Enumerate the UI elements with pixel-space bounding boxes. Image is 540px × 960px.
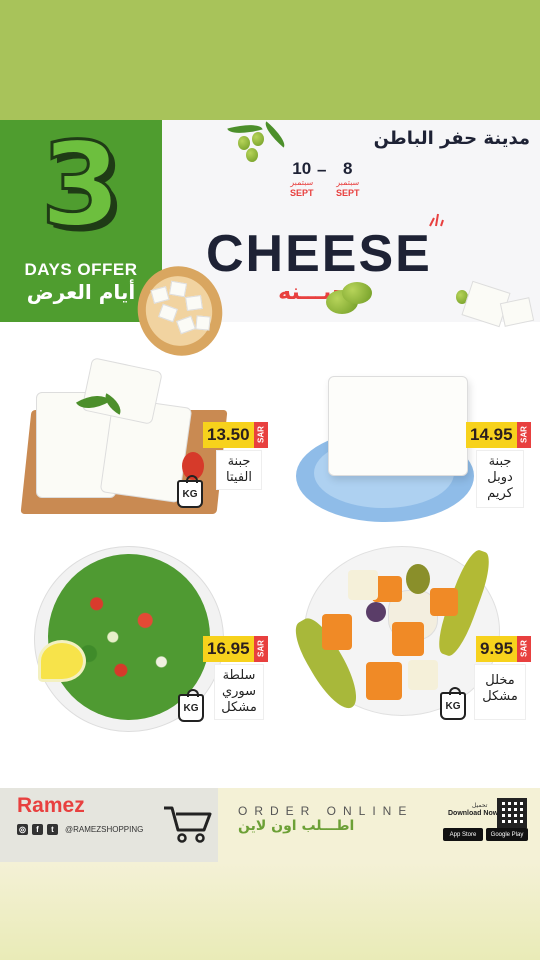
price-tag: 16.95 SAR (203, 636, 268, 662)
product-name: سلطة سوري مشكل (214, 664, 264, 720)
currency-label: SAR (253, 422, 268, 448)
product-name: جبنة الفيتا (216, 450, 262, 490)
facebook-icon[interactable]: f (32, 824, 43, 835)
date-from-month-ar: سبتمبر (336, 178, 360, 187)
price-value: 9.95 (476, 636, 518, 662)
olive-leaf-icon (260, 121, 290, 148)
city-name: مدينة حفر الباطن (373, 128, 530, 149)
olive-icon (246, 148, 258, 162)
download-label-ar: تحميل (472, 802, 488, 809)
shopping-cart-icon[interactable] (162, 804, 212, 848)
kg-weight-icon: KG (178, 689, 204, 722)
cheese-cube-image (195, 315, 211, 331)
footer-bar: Ramez ◎ f t @RAMEZSHOPPING ORDER ONLINE … (0, 788, 540, 862)
price-value: 13.50 (203, 422, 254, 448)
banner-title-area: مدينة حفر الباطن 10 سبتمبر SEPT – 8 سبتم… (162, 119, 540, 328)
days-offer-panel: 3 DAYS OFFER أيام العرض (0, 120, 162, 322)
product-card-feta[interactable]: 13.50 SAR جبنة الفيتا KG (20, 352, 268, 522)
price-value: 14.95 (466, 422, 517, 448)
footer-brand-panel: Ramez ◎ f t @RAMEZSHOPPING (0, 788, 218, 862)
carrot-image (322, 614, 352, 650)
currency-label: SAR (516, 422, 531, 448)
instagram-icon[interactable]: ◎ (17, 824, 28, 835)
days-offer-label-en: DAYS OFFER (24, 260, 138, 279)
product-card-double-cream[interactable]: 14.95 SAR جبنة دوبل كريم (292, 372, 531, 532)
order-online-label-ar[interactable]: اطـــلب اون لاين (238, 818, 354, 834)
olive-icon (252, 132, 264, 146)
lemon-wedge-image (38, 640, 86, 682)
brand-logo[interactable]: Ramez (17, 794, 85, 818)
social-handle[interactable]: @RAMEZSHOPPING (65, 825, 143, 834)
date-to-month-ar: سبتمبر (290, 178, 314, 187)
download-label-en: Download Now (448, 810, 499, 817)
cheese-cube-image (185, 294, 203, 312)
date-to-day: 10 (292, 159, 312, 178)
carrot-image (366, 662, 402, 700)
date-from-day: 8 (343, 159, 353, 178)
price-tag: 14.95 SAR (466, 422, 531, 448)
currency-label: SAR (253, 636, 268, 662)
cream-cheese-block-image (328, 376, 468, 476)
days-count: 3 (39, 118, 123, 253)
product-card-salad[interactable]: 16.95 SAR سلطة سوري مشكل KG (32, 540, 268, 736)
twitter-icon[interactable]: t (47, 824, 58, 835)
product-card-pickles[interactable]: 9.95 SAR مخلل مشكل KG (287, 542, 532, 722)
app-store-badge[interactable]: App Store (443, 828, 483, 841)
cheese-title-en: CHEESE (206, 225, 432, 283)
price-tag: 9.95 SAR (476, 636, 532, 662)
google-play-badge[interactable]: Google Play (486, 828, 528, 841)
date-to: 10 سبتمبر SEPT (290, 159, 314, 199)
price-tag: 13.50 SAR (203, 422, 268, 448)
turnip-image (348, 570, 378, 600)
olive-icon (342, 282, 372, 304)
product-name: جبنة دوبل كريم (476, 450, 524, 508)
bottom-band (0, 862, 540, 960)
date-dash: – (317, 160, 327, 179)
date-from: 8 سبتمبر SEPT (336, 159, 360, 199)
kg-weight-icon: KG (177, 475, 203, 508)
olive-image (406, 564, 430, 594)
offer-banner: 3 DAYS OFFER أيام العرض مدينة حفر الباطن… (0, 119, 540, 367)
date-from-month-en: SEPT (336, 188, 360, 198)
cheese-cube-image (499, 297, 535, 327)
turnip-image (408, 660, 438, 690)
product-name: مخلل مشكل (474, 664, 526, 720)
top-band (0, 0, 540, 120)
price-value: 16.95 (203, 636, 254, 662)
cheese-cube-image (168, 280, 188, 298)
order-online-label-en[interactable]: ORDER ONLINE (238, 804, 413, 818)
date-to-month-en: SEPT (290, 188, 314, 198)
carrot-image (392, 622, 424, 656)
olive-image (366, 602, 386, 622)
social-links: ◎ f t @RAMEZSHOPPING (17, 824, 143, 835)
kg-weight-icon: KG (440, 687, 466, 720)
carrot-image (430, 588, 458, 616)
qr-code-icon[interactable] (497, 798, 527, 828)
currency-label: SAR (517, 636, 532, 662)
